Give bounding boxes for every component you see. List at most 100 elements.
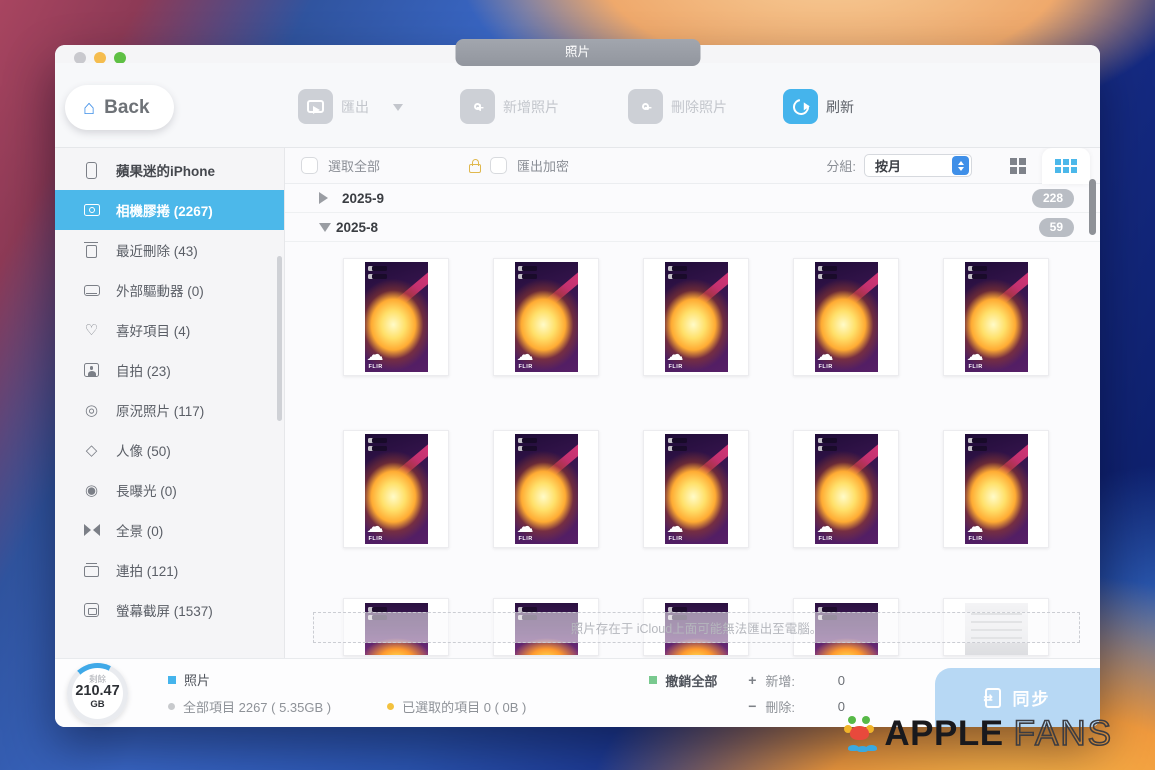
icloud-hint-overlay: 照片存在于 iCloud上面可能無法匯出至電腦。 [313,612,1080,643]
sidebar-item-long-exposure[interactable]: ◉ 長曝光 (0) [55,470,284,510]
applefans-logo-icon [842,716,878,752]
refresh-button[interactable]: 刷新 [783,89,854,124]
export-encrypted-checkbox[interactable] [490,157,507,174]
small-grid-icon [1055,159,1077,173]
photo-thumbnail[interactable]: ☁FLIR [793,430,899,548]
photo-thumbnail[interactable]: ☁FLIR [493,430,599,548]
select-all-checkbox[interactable] [301,157,318,174]
flir-watermark: FLIR [969,536,983,542]
long-exposure-icon: ◉ [82,481,101,500]
view-toggle-large-grid[interactable] [994,148,1042,184]
storage-gauge: 剩餘 210.47 GB [67,663,128,724]
chevron-down-icon[interactable] [319,223,331,238]
refresh-icon [783,89,818,124]
sidebar-item-bursts[interactable]: 連拍 (121) [55,550,284,590]
sidebar-scrollbar[interactable] [277,256,282,421]
photo-thumbnail[interactable]: ☁FLIR [793,258,899,376]
added-count: 0 [803,673,845,688]
main-panel: 選取全部 匯出加密 分組: 按月 2025-9 [285,148,1100,658]
portrait-icon: ◇ [82,441,101,460]
flir-watermark: FLIR [969,364,983,370]
export-icon [298,89,333,124]
photo-thumbnail[interactable]: ☁FLIR [643,430,749,548]
back-button[interactable]: ⌂ Back [65,85,174,130]
select-stepper-icon [952,156,969,175]
export-dropdown-caret[interactable] [393,104,403,116]
add-photos-icon [460,89,495,124]
storage-legend: 照片 全部項目 2267 ( 5.35GB ) 已選取的項目 0 ( 0B ) [168,670,526,716]
sidebar-item-recently-deleted[interactable]: 最近刪除 (43) [55,230,284,270]
group-by-label: 分組: [826,156,856,175]
change-counters: + 新增: 0 − 刪除: 0 [747,671,845,716]
group-count-badge: 59 [1039,218,1074,237]
app-window: 照片 ⌂ Back 匯出 新增照片 刪除照片 刷新 [55,45,1100,727]
icloud-icon: ☁ [667,346,684,363]
icloud-icon: ☁ [517,518,534,535]
sidebar-item-device[interactable]: 蘋果迷的iPhone [55,150,284,190]
icloud-icon: ☁ [967,346,984,363]
home-icon: ⌂ [83,98,95,118]
photo-thumbnail[interactable]: ☁FLIR [493,258,599,376]
screenshot-icon [82,601,101,620]
flir-watermark: FLIR [669,364,683,370]
iphone-icon [82,161,101,180]
selected-items-legend-marker [387,703,394,710]
live-photo-icon: ◎ [82,401,101,420]
flir-watermark: FLIR [819,536,833,542]
large-grid-icon [1010,158,1026,174]
flir-watermark: FLIR [519,364,533,370]
photo-thumbnail[interactable]: ☁FLIR [643,258,749,376]
sidebar-item-portraits[interactable]: ◇ 人像 (50) [55,430,284,470]
group-row-2025-8[interactable]: 2025-8 59 [285,213,1100,242]
toolbar: ⌂ Back 匯出 新增照片 刪除照片 刷新 [55,63,1100,148]
sidebar-item-selfies[interactable]: 自拍 (23) [55,350,284,390]
deleted-count: 0 [803,699,845,714]
panorama-icon [82,521,101,540]
flir-watermark: FLIR [369,536,383,542]
view-toggle-small-grid[interactable] [1042,148,1090,184]
sync-device-icon [985,688,1001,708]
burst-icon [82,561,101,580]
delete-photos-button[interactable]: 刪除照片 [628,89,727,124]
icloud-icon: ☁ [367,518,384,535]
photo-row: ☁FLIR ☁FLIR ☁FLIR ☁FLIR ☁FLIR [285,430,1100,548]
photo-thumbnail[interactable]: ☁FLIR [943,430,1049,548]
sidebar-item-panorama[interactable]: 全景 (0) [55,510,284,550]
content-scrollbar[interactable] [1089,179,1096,235]
window-title: 照片 [455,39,700,66]
applefans-watermark: APPLE FANS [842,714,1113,754]
photo-thumbnail[interactable]: ☁FLIR [343,430,449,548]
group-row-2025-9[interactable]: 2025-9 228 [285,184,1100,213]
sidebar-item-favorites[interactable]: ♡ 喜好項目 (4) [55,310,284,350]
flir-watermark: FLIR [669,536,683,542]
lock-icon [468,158,482,174]
undo-legend-marker [649,676,657,684]
group-by-select[interactable]: 按月 [864,154,972,177]
sidebar-item-screenshots[interactable]: 螢幕截屏 (1537) [55,590,284,630]
icloud-icon: ☁ [517,346,534,363]
filter-bar: 選取全部 匯出加密 分組: 按月 [285,148,1100,184]
photos-legend-marker [168,676,176,684]
trash-icon [82,241,101,260]
add-photos-button[interactable]: 新增照片 [460,89,559,124]
heart-icon: ♡ [82,321,101,340]
chevron-right-icon[interactable] [319,192,334,204]
photo-row: ☁FLIR ☁FLIR ☁FLIR ☁FLIR ☁FLIR [285,258,1100,376]
delete-photos-icon [628,89,663,124]
sidebar-item-external-drive[interactable]: 外部驅動器 (0) [55,270,284,310]
undo-all-button[interactable]: 撤銷全部 [649,671,717,690]
group-count-badge: 228 [1032,189,1074,208]
selfie-icon [82,361,101,380]
icloud-icon: ☁ [817,518,834,535]
photo-thumbnail[interactable]: ☁FLIR [943,258,1049,376]
flir-watermark: FLIR [519,536,533,542]
sidebar-item-live-photos[interactable]: ◎ 原況照片 (117) [55,390,284,430]
all-items-legend-marker [168,703,175,710]
sidebar-item-camera-roll[interactable]: 相機膠捲 (2267) [55,190,284,230]
camera-icon [82,201,101,220]
drive-icon [82,281,101,300]
photo-thumbnail[interactable]: ☁FLIR [343,258,449,376]
icloud-icon: ☁ [817,346,834,363]
export-button[interactable]: 匯出 [298,89,403,124]
icloud-icon: ☁ [367,346,384,363]
